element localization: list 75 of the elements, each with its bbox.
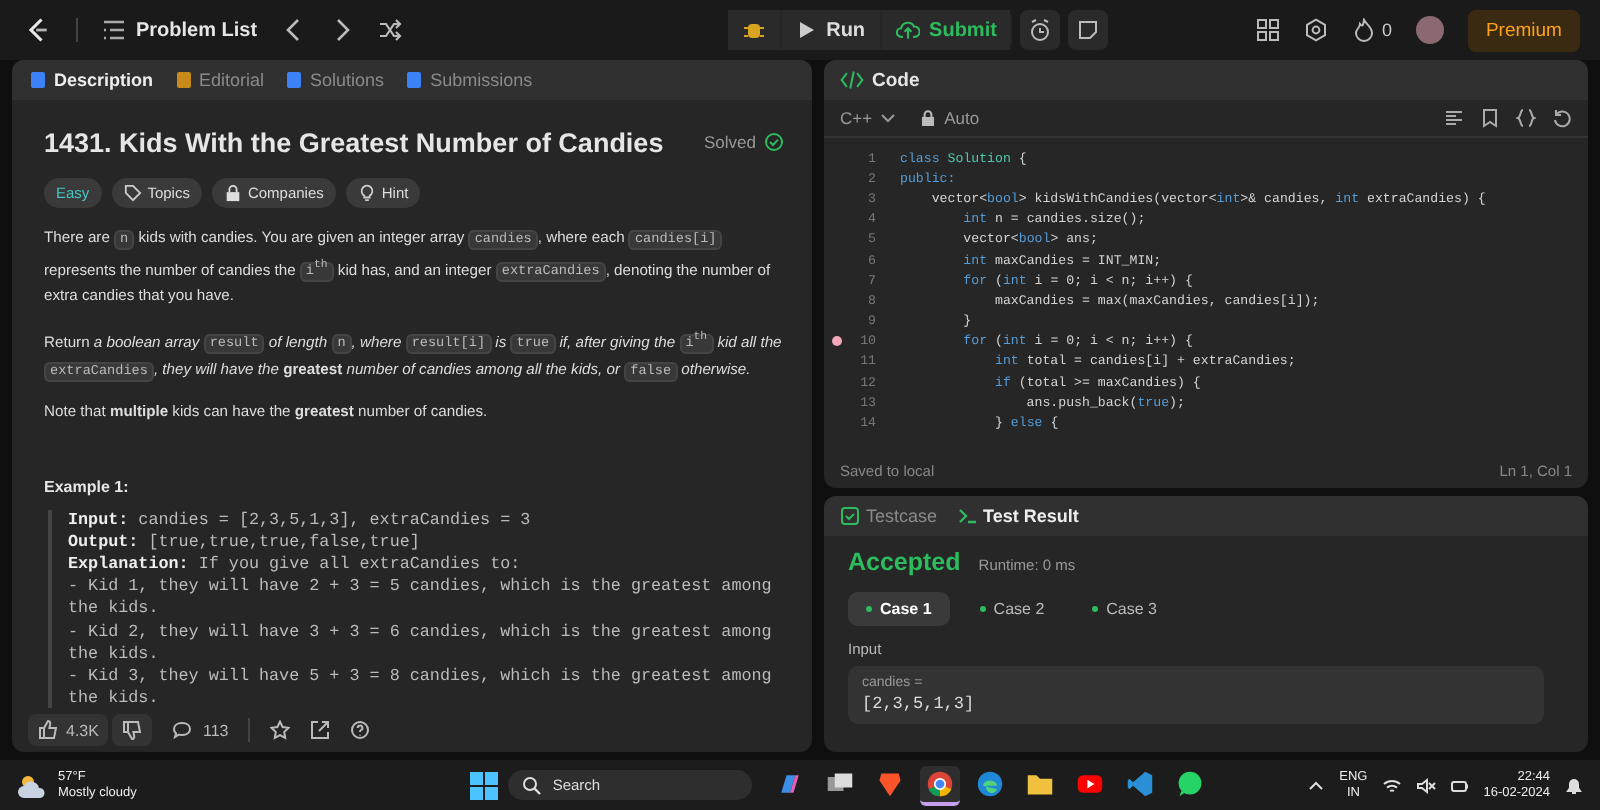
avatar[interactable] <box>1415 16 1444 44</box>
problem-list-button[interactable]: Problem List <box>102 18 258 42</box>
dislike-button[interactable] <box>112 714 153 746</box>
panel-tab[interactable]: Editorial <box>173 70 265 90</box>
example-line: - Kid 2, they will have 3 + 3 = 6 candies, which is the greatest among the kids. <box>68 621 774 666</box>
notes-button[interactable] <box>1068 10 1109 50</box>
thumbs-down-icon <box>122 720 143 740</box>
case-tab[interactable]: Case 2 <box>961 592 1063 626</box>
list-icon <box>102 18 126 42</box>
tag-icon <box>123 184 142 202</box>
streak-count: 0 <box>1381 20 1392 40</box>
breakpoint-dot[interactable] <box>831 336 841 347</box>
play-icon <box>796 20 817 40</box>
code-icon <box>840 68 864 92</box>
comment-icon <box>172 720 193 740</box>
code-panel-title: Code <box>872 69 920 91</box>
variable-value: [2,3,5,1,3] <box>862 694 977 714</box>
layout-icon[interactable] <box>1255 18 1280 42</box>
settings-icon[interactable] <box>1303 18 1328 42</box>
panel-tab[interactable]: Description <box>28 70 154 90</box>
terminal-icon <box>957 506 978 526</box>
submit-button[interactable]: Submit <box>881 10 1011 50</box>
note-icon <box>1076 18 1101 42</box>
shuffle-icon[interactable] <box>377 18 402 42</box>
cloud-upload-icon <box>895 18 920 42</box>
panel-tab[interactable]: Testcase <box>840 506 938 526</box>
run-button[interactable]: Run <box>782 10 880 50</box>
example-line: - Kid 1, they will have 2 + 3 = 5 candies, which is the greatest among the kids. <box>68 576 774 622</box>
chevron-down-icon <box>880 110 897 126</box>
thumbs-up-icon <box>38 720 58 740</box>
browser-icon[interactable] <box>920 765 961 805</box>
example-line: Output: [true,true,true,false,true] <box>68 531 422 554</box>
checkbox-icon <box>840 506 860 526</box>
star-icon[interactable] <box>270 720 291 740</box>
lightbulb-icon <box>357 184 376 202</box>
language-dropdown[interactable]: C++ <box>840 108 897 128</box>
status-dot <box>1092 606 1099 612</box>
help-icon[interactable] <box>350 720 371 740</box>
problem-title: 1431. Kids With the Greatest Number of Candies <box>44 127 666 157</box>
status-dot <box>866 606 872 612</box>
premium-button[interactable]: Premium <box>1467 9 1580 51</box>
autocomplete-toggle[interactable]: Auto <box>920 108 980 128</box>
status-dot <box>979 606 986 612</box>
flame-icon <box>1351 18 1376 42</box>
timer-button[interactable] <box>1020 10 1061 50</box>
panel-tab[interactable]: Submissions <box>404 70 533 90</box>
case-tab[interactable]: Case 1 <box>848 592 950 626</box>
share-icon[interactable] <box>310 720 331 740</box>
comments-button[interactable]: 113 <box>172 720 229 740</box>
solved-status: Solved <box>704 132 756 152</box>
wifi-icon[interactable] <box>1381 775 1402 795</box>
lock-icon <box>920 110 937 126</box>
example-line: Explanation: If you give all extraCandies to: <box>68 553 523 577</box>
bookmark-icon[interactable] <box>1480 108 1500 128</box>
bell-icon[interactable] <box>1564 775 1584 795</box>
start-icon[interactable] <box>470 771 499 799</box>
example-line: Input: candies = [2,3,5,1,3], extraCandies = 3 <box>68 509 533 532</box>
example-title: Example 1: <box>44 477 131 496</box>
muted-speaker-icon[interactable] <box>1415 775 1436 795</box>
debug-button[interactable] <box>728 10 781 50</box>
verdict: Accepted <box>848 548 961 576</box>
panel-tab[interactable]: Test Result <box>957 506 1079 526</box>
bug-icon <box>742 18 767 42</box>
alarm-clock-icon <box>1028 18 1053 42</box>
lock-icon <box>223 184 242 202</box>
battery-icon[interactable] <box>1449 775 1470 795</box>
reset-icon[interactable] <box>1552 108 1572 128</box>
search-icon <box>522 776 543 796</box>
case-tab[interactable]: Case 3 <box>1074 592 1176 626</box>
format-icon[interactable] <box>1444 108 1464 128</box>
braces-icon[interactable] <box>1516 108 1536 128</box>
example-line: - Kid 3, they will have 5 + 3 = 8 candies, which is the greatest among the kids. <box>68 665 774 708</box>
check-circle-icon <box>764 132 784 152</box>
panel-tab[interactable]: Solutions <box>284 70 385 90</box>
like-button[interactable]: 4.3K <box>28 714 109 746</box>
